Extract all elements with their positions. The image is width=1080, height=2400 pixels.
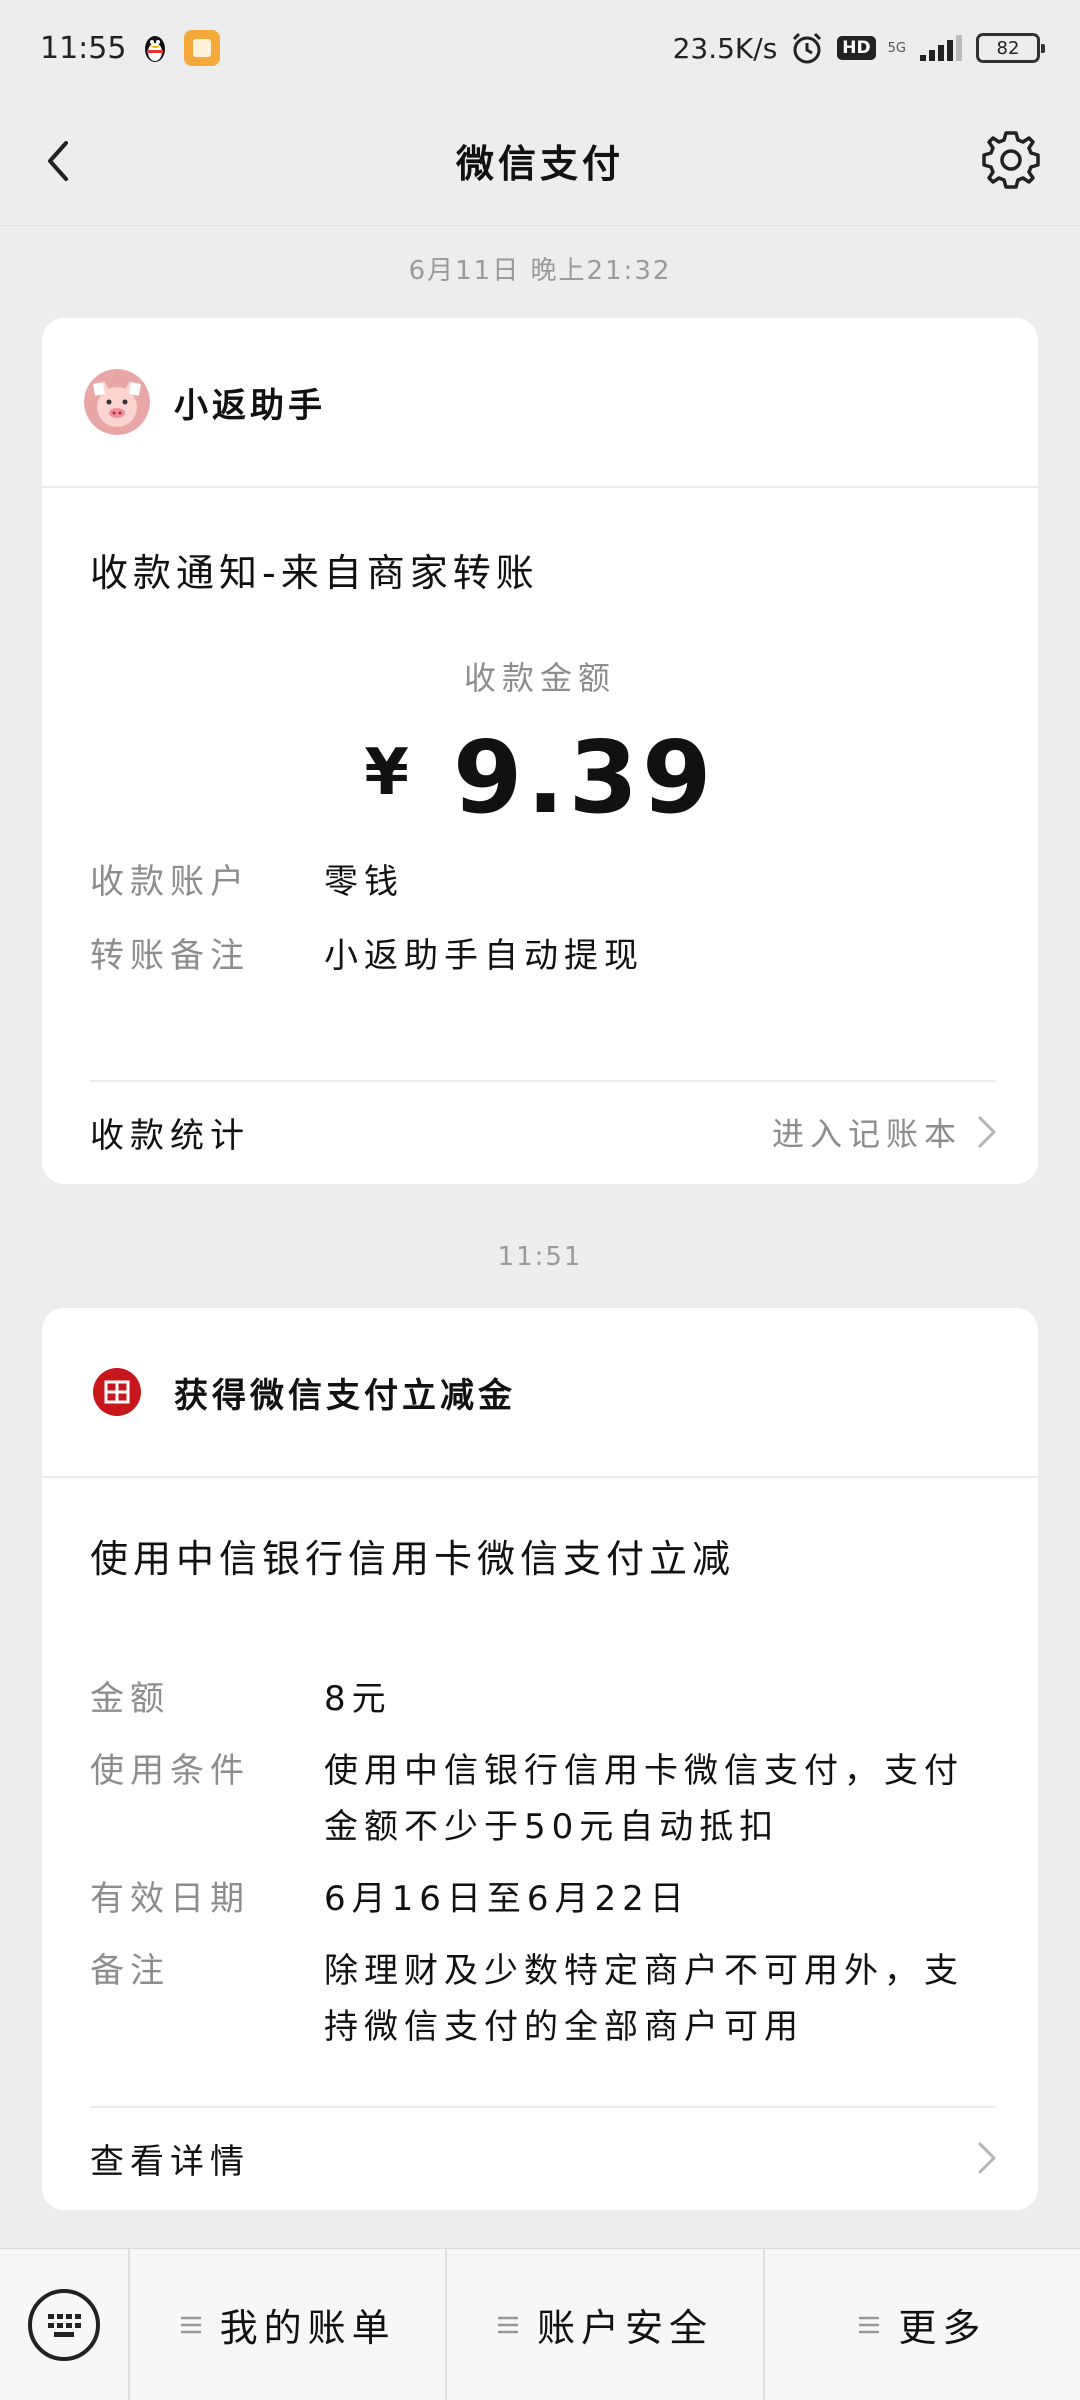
- field-value: 6月16日至6月22日: [324, 1879, 690, 1919]
- currency-symbol: ¥: [364, 736, 413, 810]
- detail-row: 金额 8元: [42, 1671, 1038, 1727]
- field-value: 零钱: [324, 862, 404, 902]
- menu-account-security[interactable]: 账户安全: [447, 2249, 765, 2400]
- nav-bar: 微信支付: [0, 96, 1080, 226]
- menu-lines-icon: [180, 2316, 201, 2333]
- sender-name: 小返助手: [174, 385, 326, 426]
- receipt-stats-link[interactable]: 收款统计 进入记账本: [42, 1080, 1038, 1184]
- detail-row: 转账备注 小返助手自动提现: [42, 928, 1038, 984]
- amount-display: ¥9.39: [42, 719, 1038, 836]
- menu-my-bills[interactable]: 我的账单: [130, 2249, 448, 2400]
- network-speed: 23.5K/s: [672, 31, 778, 65]
- sender-name: 获得微信支付立减金: [174, 1375, 516, 1416]
- details-chevron[interactable]: [962, 2140, 1038, 2176]
- bottom-menu: 我的账单 账户安全 更多: [0, 2248, 1080, 2400]
- keyboard-icon: [28, 2288, 100, 2361]
- menu-lines-icon: [859, 2316, 880, 2333]
- page-title: 微信支付: [455, 142, 624, 186]
- field-value: 小返助手自动提现: [324, 936, 644, 976]
- hd-badge: HD: [837, 36, 876, 60]
- detail-fields: 金额 8元 使用条件 使用中信银行信用卡微信支付，支付金额不少于50元自动抵扣 …: [42, 1671, 1038, 2055]
- status-time: 11:55: [40, 30, 127, 66]
- amount-value: 9.39: [452, 719, 716, 836]
- card-header: 获得微信支付立减金: [42, 1308, 1038, 1478]
- alarm-icon: [793, 32, 822, 64]
- card-header: 小返助手: [42, 318, 1038, 488]
- qq-penguin-icon: [145, 36, 166, 62]
- chevron-right-icon: [978, 2142, 996, 2174]
- footer-left-label: 查看详情: [90, 2141, 250, 2182]
- message-timestamp: 6月11日 晚上21:32: [408, 256, 672, 286]
- settings-gear-icon[interactable]: [978, 127, 1044, 193]
- divider: [90, 1080, 996, 1082]
- detail-row: 使用条件 使用中信银行信用卡微信支付，支付金额不少于50元自动抵扣: [42, 1743, 1038, 1855]
- detail-row: 收款账户 零钱: [42, 854, 1038, 910]
- menu-label: 更多: [898, 2306, 987, 2350]
- coupon-title: 使用中信银行信用卡微信支付立减: [90, 1537, 736, 1581]
- divider: [90, 2106, 996, 2108]
- battery-level: 82: [996, 37, 1020, 59]
- detail-row: 有效日期 6月16日至6月22日: [42, 1871, 1038, 1927]
- view-details-link[interactable]: 查看详情: [42, 2106, 1038, 2210]
- field-label: 有效日期: [90, 1879, 250, 1919]
- keyboard-toggle-button[interactable]: [0, 2248, 130, 2400]
- payment-notification-card[interactable]: 小返助手 收款通知-来自商家转账 收款金额 ¥9.39 收款账户 零钱 转账备注…: [42, 318, 1038, 1184]
- field-label: 使用条件: [90, 1751, 250, 1791]
- notification-title: 收款通知-来自商家转账: [90, 551, 539, 595]
- app-notification-icon: [184, 30, 221, 66]
- battery-indicator: 82: [976, 33, 1045, 63]
- signal-indicator: 5G: [888, 42, 906, 55]
- menu-lines-icon: [497, 2316, 518, 2333]
- field-value: 除理财及少数特定商户不可用外，支持微信支付的全部商户可用: [324, 1951, 964, 2047]
- field-label: 金额: [90, 1679, 170, 1719]
- menu-more[interactable]: 更多: [765, 2249, 1080, 2400]
- field-label: 收款账户: [90, 862, 250, 902]
- menu-label: 账户安全: [536, 2306, 713, 2350]
- detail-fields: 收款账户 零钱 转账备注 小返助手自动提现: [42, 854, 1038, 984]
- field-value: 使用中信银行信用卡微信支付，支付金额不少于50元自动抵扣: [324, 1751, 964, 1847]
- field-label: 转账备注: [90, 936, 250, 976]
- amount-label: 收款金额: [463, 659, 616, 697]
- message-timestamp: 11:51: [497, 1242, 583, 1272]
- discount-coupon-card[interactable]: 获得微信支付立减金 使用中信银行信用卡微信支付立减 金额 8元 使用条件 使用中…: [42, 1308, 1038, 2210]
- pig-avatar-icon: [84, 369, 150, 435]
- field-label: 备注: [90, 1951, 170, 1991]
- signal-bars-icon: [920, 35, 962, 61]
- detail-row: 备注 除理财及少数特定商户不可用外，支持微信支付的全部商户可用: [42, 1943, 1038, 2055]
- field-value: 8元: [324, 1679, 392, 1719]
- footer-left-label: 收款统计: [90, 1115, 250, 1156]
- status-bar: 11:55 23.5K/s HD 5G 82: [0, 0, 1080, 96]
- back-button[interactable]: [30, 131, 90, 191]
- menu-label: 我的账单: [219, 2306, 396, 2350]
- footer-right-label: 进入记账本: [771, 1115, 962, 1153]
- citic-bank-logo-icon: [84, 1359, 150, 1425]
- signal-type: 5G: [887, 40, 906, 56]
- chevron-right-icon: [978, 1116, 996, 1148]
- open-ledger-link[interactable]: 进入记账本: [772, 1109, 1038, 1155]
